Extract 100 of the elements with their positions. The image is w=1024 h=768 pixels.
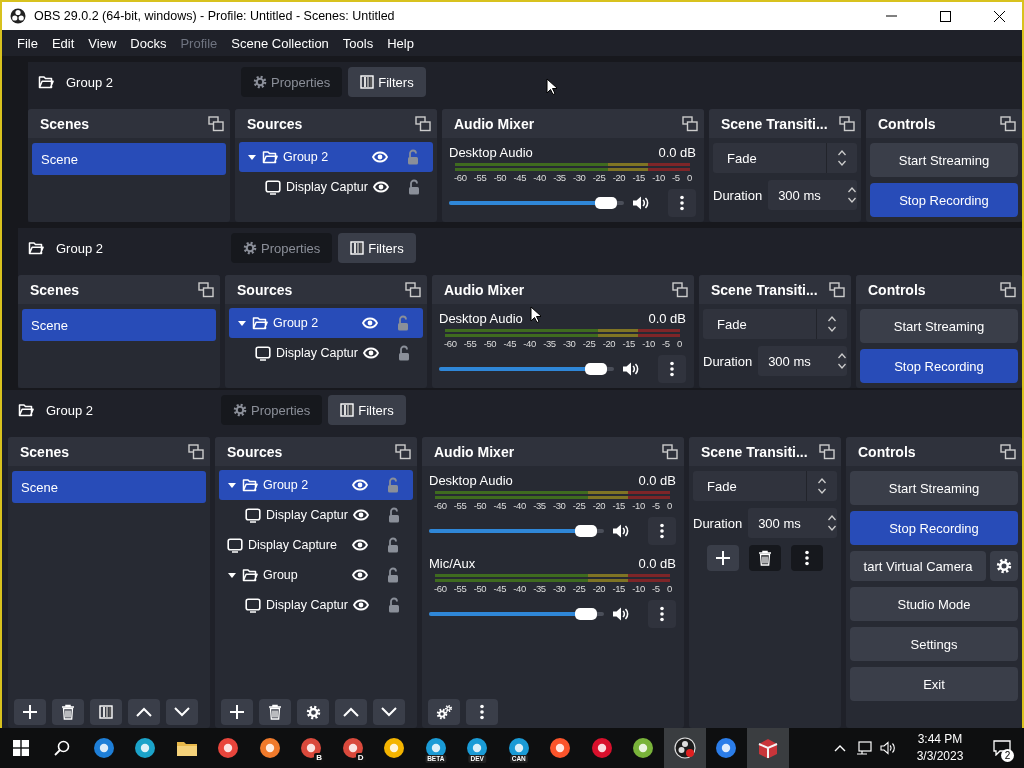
- duration-field[interactable]: 300 ms: [768, 180, 857, 210]
- meter-scale-label: -35: [533, 583, 546, 594]
- meter-scale-label: -10: [632, 500, 645, 511]
- clock-time[interactable]: 3:44 PM: [917, 731, 963, 748]
- menu-button[interactable]: [648, 517, 676, 545]
- speaker-icon: [612, 606, 630, 622]
- meter-scale-label: -40: [523, 338, 536, 349]
- selected-source-name: Group 2: [66, 74, 113, 90]
- control-button[interactable]: Start Streaming: [860, 309, 1018, 343]
- advanced-audio-button[interactable]: [428, 699, 460, 725]
- notification-count: 2: [1001, 749, 1014, 762]
- menu-button[interactable]: [668, 189, 696, 217]
- channel-name: Desktop Audio: [439, 310, 523, 326]
- menu-button[interactable]: [466, 699, 498, 725]
- source-item[interactable]: Display Capture: [219, 530, 413, 560]
- menu-item[interactable]: Docks: [123, 35, 174, 51]
- scene-item[interactable]: Scene: [22, 309, 216, 341]
- source-item[interactable]: Group: [219, 560, 413, 590]
- duration-field[interactable]: 300 ms: [748, 508, 837, 538]
- slider-thumb[interactable]: [575, 525, 598, 537]
- slider-thumb[interactable]: [595, 197, 618, 209]
- dock-title: Scenes: [30, 281, 80, 298]
- duration-label: Duration: [703, 353, 753, 369]
- notifications-button[interactable]: 2: [980, 728, 1024, 768]
- taskbar-button[interactable]: B: [290, 728, 332, 768]
- duration-field[interactable]: 300 ms: [758, 346, 847, 376]
- add-button[interactable]: [221, 699, 253, 725]
- move-up-button[interactable]: [335, 699, 367, 725]
- icon-badge: D: [355, 753, 366, 763]
- transition-select[interactable]: Fade: [713, 143, 857, 173]
- taskbar-button[interactable]: [747, 728, 789, 768]
- chevron-up-icon: [834, 744, 846, 752]
- control-button[interactable]: Stop Recording: [850, 511, 1018, 545]
- source-item[interactable]: Group 2: [239, 142, 433, 172]
- filters-button[interactable]: Filters: [348, 67, 426, 97]
- slider-thumb[interactable]: [585, 363, 608, 375]
- menu-button[interactable]: [658, 355, 686, 383]
- control-button[interactable]: tart Virtual Camera: [850, 551, 986, 581]
- channel-name: Desktop Audio: [429, 472, 513, 488]
- remove-button[interactable]: [52, 699, 84, 725]
- add-button[interactable]: [707, 545, 739, 571]
- volume-reading: 0.0 dB: [658, 144, 696, 160]
- source-item[interactable]: Display Captur: [239, 172, 433, 202]
- filter-icon: [360, 75, 375, 89]
- filters-button[interactable]: Filters: [338, 233, 416, 263]
- control-button[interactable]: Stop Recording: [870, 183, 1018, 217]
- clock-date[interactable]: 3/3/2023: [916, 748, 964, 765]
- volume-reading: 0.0 dB: [648, 310, 686, 326]
- transition-select[interactable]: Fade: [703, 309, 847, 339]
- meter-scale-label: -30: [552, 583, 566, 594]
- scene-item[interactable]: Scene: [12, 471, 206, 503]
- meter-scale-label: -45: [493, 500, 506, 511]
- control-button[interactable]: Stop Recording: [860, 349, 1018, 383]
- meter-scale-label: -20: [612, 172, 626, 183]
- meter-scale-label: -60: [434, 500, 447, 511]
- more-icon: [660, 606, 664, 622]
- source-item[interactable]: Group 2: [219, 470, 413, 500]
- add-button[interactable]: [14, 699, 46, 725]
- taskbar-button[interactable]: [664, 728, 706, 768]
- meter-scale-label: -20: [592, 500, 606, 511]
- menu-item[interactable]: View: [81, 35, 124, 51]
- menu-item[interactable]: Edit: [44, 35, 82, 51]
- settings-button[interactable]: [990, 551, 1018, 581]
- close-icon: [993, 10, 1005, 22]
- remove-button[interactable]: [259, 699, 291, 725]
- slider-thumb[interactable]: [575, 608, 598, 620]
- meter-scale-label: -60: [454, 172, 467, 183]
- control-button[interactable]: Exit: [850, 667, 1018, 701]
- transition-select[interactable]: Fade: [693, 471, 837, 501]
- menu-item[interactable]: Help: [380, 35, 421, 51]
- move-down-button[interactable]: [166, 699, 198, 725]
- source-item[interactable]: Group 2: [229, 308, 423, 338]
- meter-scale-label: -30: [572, 172, 586, 183]
- source-item[interactable]: Display Captur: [219, 500, 413, 530]
- filters-button[interactable]: Filters: [328, 395, 406, 425]
- source-item[interactable]: Display Captur: [219, 590, 413, 620]
- control-button[interactable]: Studio Mode: [850, 587, 1018, 621]
- filter-icon: [99, 705, 113, 719]
- gear-icon: [243, 241, 257, 255]
- control-button[interactable]: Start Streaming: [850, 471, 1018, 505]
- dock-title: Audio Mixer: [434, 443, 515, 460]
- move-down-button[interactable]: [373, 699, 405, 725]
- taskbar-button[interactable]: D: [332, 728, 374, 768]
- menu-item[interactable]: File: [10, 35, 45, 51]
- filters-button[interactable]: [90, 699, 122, 725]
- source-name: Group 2: [283, 150, 330, 164]
- speaker-icon: [880, 741, 896, 755]
- properties-button[interactable]: [297, 699, 329, 725]
- menu-button[interactable]: [648, 600, 676, 628]
- two-windows-icon: [188, 443, 204, 460]
- meter-scale-label: -10: [632, 583, 645, 594]
- scene-item[interactable]: Scene: [32, 143, 226, 175]
- source-item[interactable]: Display Captur: [229, 338, 423, 368]
- menu-item[interactable]: Scene Collection: [224, 35, 336, 51]
- up-down-arrows-icon: [837, 352, 847, 370]
- move-up-button[interactable]: [128, 699, 160, 725]
- menu-item[interactable]: Tools: [335, 35, 381, 51]
- control-button[interactable]: Settings: [850, 627, 1018, 661]
- maximize-icon: [939, 10, 951, 22]
- control-button[interactable]: Start Streaming: [870, 143, 1018, 177]
